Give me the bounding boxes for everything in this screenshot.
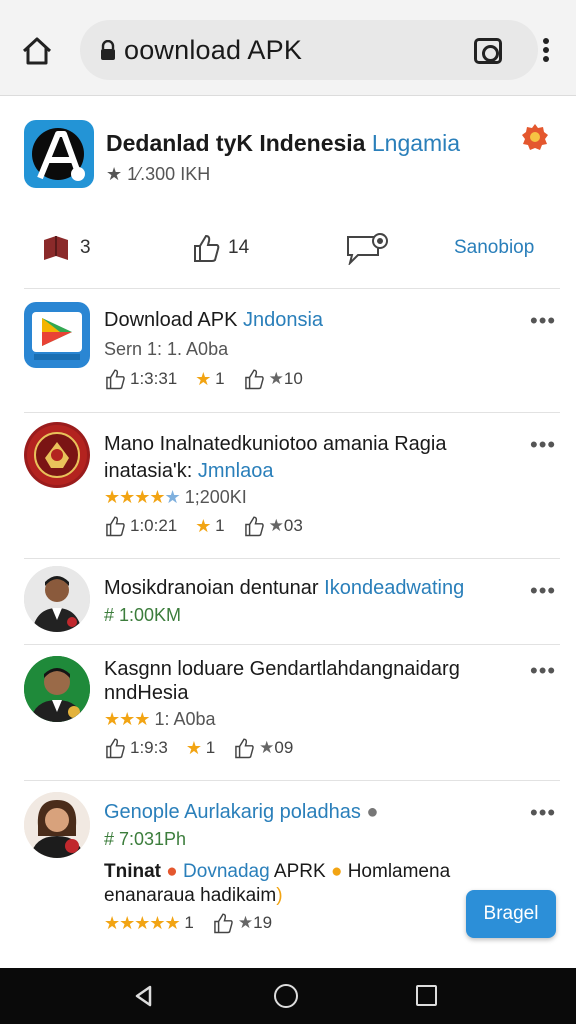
app-rating: ★ 1⁄.300 IKH	[106, 164, 211, 184]
person-avatar-icon	[24, 656, 90, 722]
home-icon[interactable]	[20, 34, 54, 68]
item-stats: 1:0:21 ★ 1 ★ 03	[104, 513, 321, 539]
letter-a-icon	[37, 131, 85, 181]
more-options-icon[interactable]: •••	[530, 308, 556, 334]
item-stats: 1:9:3 ★ 1 ★ 09	[104, 735, 311, 761]
thumbs-up-icon[interactable]	[104, 737, 126, 759]
item-thumbnail	[24, 302, 90, 368]
star-icon: ★	[195, 515, 211, 536]
avatar	[24, 566, 90, 632]
item-subtitle: # 1:00KM	[104, 605, 182, 625]
thumbs-up-icon[interactable]	[104, 368, 126, 390]
app-title: Dedanlad tyK Indenesia Lngamia	[106, 130, 461, 156]
item-title: Download APK Jndonsia	[104, 309, 324, 331]
star-icon: ★	[185, 737, 202, 758]
list-item[interactable]: Download APK Jndonsia Sern 1: 1. A0ba 1:…	[0, 288, 576, 412]
thumbs-up-icon[interactable]	[212, 912, 234, 934]
item-subtitle: # 7:031Ph	[104, 829, 187, 849]
comment-action[interactable]	[344, 228, 398, 268]
play-store-icon	[32, 312, 82, 360]
thumbs-up-icon[interactable]	[233, 737, 255, 759]
avatar	[24, 792, 90, 858]
item-title-line2: inatasia'k: Jmnlaoa	[104, 460, 274, 482]
thumbs-up-icon	[194, 234, 220, 262]
item-title: Genople Aurlakarig poladhas ●	[104, 801, 379, 823]
item-title: Mano Inalnatedkuniotoo amania Ragia	[104, 433, 447, 455]
item-stats: 1:3:31 ★ 1 ★ 10	[104, 366, 321, 392]
thumbs-up-icon[interactable]	[104, 515, 126, 537]
avatar	[24, 656, 90, 722]
floating-action-button[interactable]: Bragel	[466, 890, 556, 938]
more-options-icon[interactable]: •••	[530, 800, 556, 826]
thumbs-up-icon[interactable]	[243, 368, 265, 390]
app-logo	[24, 120, 94, 188]
person-avatar-icon	[24, 566, 90, 632]
like-action[interactable]: 14	[192, 228, 249, 268]
more-options-icon[interactable]: •••	[530, 658, 556, 684]
more-options-icon[interactable]: •••	[530, 578, 556, 604]
person-avatar-icon	[24, 792, 90, 858]
tab-switcher-icon[interactable]	[474, 38, 502, 64]
lock-icon	[101, 40, 115, 60]
comment-bubble-icon	[347, 233, 388, 265]
item-stats: ★★★★★ 1 ★ 19	[104, 912, 273, 934]
star-icon: ★	[195, 368, 211, 389]
address-bar[interactable]: oownload APK	[80, 20, 538, 80]
item-body-line2: enanaraua hadikaim)	[104, 885, 283, 906]
browser-toolbar: oownload APK	[0, 0, 576, 96]
more-options-icon[interactable]: •••	[530, 432, 556, 458]
item-emblem	[24, 422, 90, 488]
item-rating: ★★★ 1: A0ba	[104, 709, 216, 729]
list-item[interactable]: Mano Inalnatedkuniotoo amania Ragia inat…	[0, 412, 576, 558]
overflow-menu-icon[interactable]	[541, 38, 551, 68]
recent-apps-icon[interactable]	[416, 985, 437, 1006]
link-action[interactable]: Sanobiop	[454, 228, 534, 268]
action-row: 3 14 Sanobiop	[0, 228, 576, 268]
home-circle-icon[interactable]	[274, 984, 298, 1008]
book-icon	[44, 236, 68, 260]
list-item[interactable]: Mosikdranoian dentunar Ikondeadwating # …	[0, 558, 576, 644]
item-title: Mosikdranoian dentunar Ikondeadwating	[104, 577, 465, 599]
books-action[interactable]: 3	[40, 228, 91, 268]
star-rating: ★★★★★	[104, 912, 181, 933]
emblem-icon	[27, 425, 87, 485]
system-nav-bar	[0, 968, 576, 1024]
url-text: oownload APK	[124, 35, 303, 65]
list-item[interactable]: Kasgnn loduare Gendartlahdangnaidarg nnd…	[0, 644, 576, 780]
item-title-line2: nndHesia	[104, 682, 189, 704]
item-subtitle: Sern 1: 1. A0ba	[104, 339, 229, 359]
thumbs-up-icon[interactable]	[243, 515, 265, 537]
award-badge-icon[interactable]	[520, 122, 550, 152]
item-body: Tninat ● Dovnadag APRK ● Homlamena	[104, 861, 451, 882]
item-title: Kasgnn loduare Gendartlahdangnaidarg	[104, 658, 460, 680]
item-rating: ★★★★★ 1;200KI	[104, 487, 247, 507]
back-icon[interactable]	[132, 984, 156, 1008]
